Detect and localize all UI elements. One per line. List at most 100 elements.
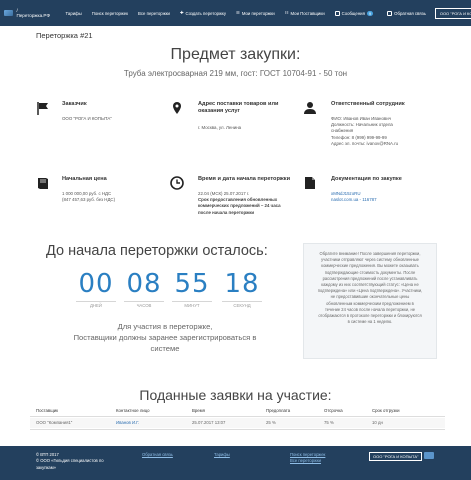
countdown-days-value: 00 bbox=[78, 269, 114, 299]
clock-icon bbox=[170, 176, 184, 190]
nav-my-auctions-label: Мои переторжки bbox=[241, 10, 275, 16]
footer-tariffs-link[interactable]: Тарифы bbox=[214, 452, 230, 457]
countdown-seconds-value: 18 bbox=[224, 269, 260, 299]
documents-links: xMNdJ15zoRU naslot.com.ua - 116787 bbox=[331, 191, 441, 203]
table-bottom-divider bbox=[30, 429, 445, 430]
notice-line: в системе на 1 неделю. bbox=[347, 319, 393, 325]
brand-name: / Переторжка.РФ bbox=[16, 8, 50, 18]
bids-title: Поданные заявки на участие: bbox=[139, 387, 332, 403]
document-link-2[interactable]: naslot.com.ua - 116787 bbox=[331, 197, 441, 203]
cell-shipment: 10 дн bbox=[372, 420, 383, 425]
nav-create-auction-label: Создать переторжку bbox=[185, 10, 226, 16]
nav-create-auction[interactable]: ✚ Создать переторжку bbox=[175, 10, 231, 16]
price-block: Начальная цена 1 000 000,00 руб. с НДС (… bbox=[36, 176, 166, 216]
countdown-seconds-divider bbox=[222, 301, 262, 302]
column-header-prepayment: Предоплата bbox=[266, 408, 291, 413]
table-row: ООО "Компания1" Иванов И.Г. 25.07.2017 1… bbox=[30, 418, 445, 428]
start-time-heading: Время и дата начала переторжки bbox=[198, 176, 291, 182]
nav-messages[interactable]: Сообщения 9 bbox=[330, 10, 379, 16]
list-icon: ☰ bbox=[236, 10, 240, 15]
chat-icon bbox=[387, 10, 393, 16]
registration-note: Для участия в переторжке, Поставщики дол… bbox=[40, 321, 290, 354]
footer-company-button[interactable]: ООО "РОГА И КОПЫТА" bbox=[369, 452, 423, 461]
column-header-supplier: Поставщик bbox=[36, 408, 59, 413]
plus-icon: ✚ bbox=[179, 10, 184, 15]
column-header-time: Время bbox=[192, 408, 205, 413]
countdown-days: 00 ДНЕЙ bbox=[76, 269, 116, 309]
cell-deferral: 75 % bbox=[324, 420, 334, 425]
flag-icon bbox=[37, 102, 48, 115]
nav-my-suppliers-label: Мои Поставщики bbox=[290, 10, 325, 16]
table-header-divider bbox=[30, 416, 445, 417]
price-heading: Начальная цена bbox=[62, 176, 107, 182]
documents-block: Документация по закупке xMNdJ15zoRU nasl… bbox=[303, 176, 433, 216]
messages-count-badge: 9 bbox=[366, 10, 374, 16]
page-title: Переторжка #21 bbox=[36, 31, 93, 40]
nav-feedback-label: Обратная связь bbox=[394, 10, 426, 16]
notice-line: коммерческие предложения. Вы можете оказ… bbox=[321, 263, 419, 269]
countdown-hours-divider bbox=[124, 301, 164, 302]
responsible-block: Ответственный сотрудник ФИО: Иванов Иван… bbox=[303, 101, 433, 161]
envelope-icon bbox=[334, 10, 340, 16]
nav-my-suppliers[interactable]: ☷ Мои Поставщики bbox=[280, 10, 330, 16]
nav-tariffs[interactable]: Тарифы bbox=[61, 11, 87, 16]
footer-logo-icon bbox=[424, 452, 434, 459]
countdown-hours-value: 08 bbox=[126, 269, 162, 299]
footer-copyright: © ВТП 2017 © ООО «Гильдия специалистов п… bbox=[36, 452, 104, 471]
registration-note-line1: Для участия в переторжке, bbox=[117, 322, 213, 331]
nav-search-auctions[interactable]: Поиск переторжек bbox=[87, 11, 133, 16]
procurement-heading: Предмет закупки: bbox=[170, 46, 301, 63]
book-icon bbox=[38, 178, 48, 189]
company-account-button[interactable]: ООО "РОГА И КОПЫТА" bbox=[434, 7, 471, 19]
notice-line: подтверждающие стоимость документы. Посл… bbox=[324, 269, 416, 275]
countdown-hours-label: ЧАСОВ bbox=[136, 303, 152, 308]
customer-name: ООО "РОГА И КОПЫТА" bbox=[62, 116, 112, 121]
users-icon: ☷ bbox=[284, 10, 289, 15]
bids-table-header: Поставщик Контактное лицо Время Предопла… bbox=[30, 406, 445, 416]
countdown-days-divider bbox=[76, 301, 116, 302]
brand-logo-link[interactable]: / Переторжка.РФ bbox=[4, 8, 51, 18]
nav-all-auctions[interactable]: Все переторжки bbox=[133, 11, 175, 16]
procurement-subject: Труба электросварная 219 мм, гост: ГОСТ … bbox=[123, 69, 348, 78]
user-icon bbox=[304, 102, 316, 114]
footer-all-link[interactable]: Все переторжки bbox=[290, 458, 325, 464]
column-header-deferral: Отсрочка bbox=[324, 408, 343, 413]
countdown-title: До начала переторжки осталось: bbox=[46, 243, 268, 259]
nav-messages-label: Сообщения bbox=[341, 10, 365, 16]
document-icon bbox=[305, 177, 315, 189]
cell-supplier: ООО "Компания1" bbox=[36, 420, 73, 425]
start-time-details: 22.04 (МСК) 25.07.2017 г. Срок предостав… bbox=[198, 191, 308, 216]
registration-note-line3: системе bbox=[150, 344, 180, 353]
responsible-heading: Ответственный сотрудник bbox=[331, 101, 405, 107]
responsible-details: ФИО: Иванов Иван Иванович Должность: Нач… bbox=[331, 116, 441, 147]
notice-line: обновленным коммерческим предложением в bbox=[326, 300, 414, 306]
footer: © ВТП 2017 © ООО «Гильдия специалистов п… bbox=[0, 446, 471, 480]
customer-block: Заказчик ООО "РОГА И КОПЫТА" bbox=[36, 101, 166, 141]
cell-contact-link[interactable]: Иванов И.Г. bbox=[116, 420, 139, 425]
countdown-minutes-value: 55 bbox=[174, 269, 210, 299]
cell-time: 25.07.2017 13:07 bbox=[192, 420, 226, 425]
documents-heading: Документация по закупке bbox=[331, 176, 402, 182]
customer-heading: Заказчик bbox=[62, 101, 87, 107]
nav-my-auctions[interactable]: ☰ Мои переторжки bbox=[231, 10, 280, 16]
price-without-vat: (847 457,63 руб. без НДС) bbox=[62, 197, 116, 203]
price-details: 1 000 000,00 руб. с НДС (847 457,63 руб.… bbox=[62, 191, 172, 203]
responsible-email: Адрес эл. почты: ivanov@RNA.ru bbox=[331, 140, 399, 146]
address-block: Адрес поставки товаров или оказания услу… bbox=[170, 101, 300, 141]
location-pin-icon bbox=[173, 102, 181, 114]
brand-logo-icon bbox=[4, 10, 14, 16]
top-navbar: / Переторжка.РФ Тарифы Поиск переторжек … bbox=[0, 0, 471, 26]
column-header-shipment: Срок отгрузки bbox=[372, 408, 400, 413]
countdown-days-label: ДНЕЙ bbox=[90, 303, 102, 308]
countdown-minutes: 55 МИНУТ bbox=[172, 269, 212, 309]
address-value: г. Москва, ул. Ленина bbox=[198, 125, 242, 130]
countdown-seconds-label: СЕКУНД bbox=[233, 303, 251, 308]
footer-org-line2: закупкам» bbox=[36, 464, 56, 470]
footer-feedback-link[interactable]: Обратная связь bbox=[142, 452, 173, 457]
countdown-seconds: 18 СЕКУНД bbox=[222, 269, 262, 309]
countdown-minutes-label: МИНУТ bbox=[184, 303, 200, 308]
submission-deadline-line3: после начала переторжки bbox=[198, 209, 255, 215]
countdown-hours: 08 ЧАСОВ bbox=[124, 269, 164, 309]
nav-feedback[interactable]: Обратная связь bbox=[382, 10, 431, 16]
start-time-block: Время и дата начала переторжки 22.04 (МС… bbox=[170, 176, 300, 236]
